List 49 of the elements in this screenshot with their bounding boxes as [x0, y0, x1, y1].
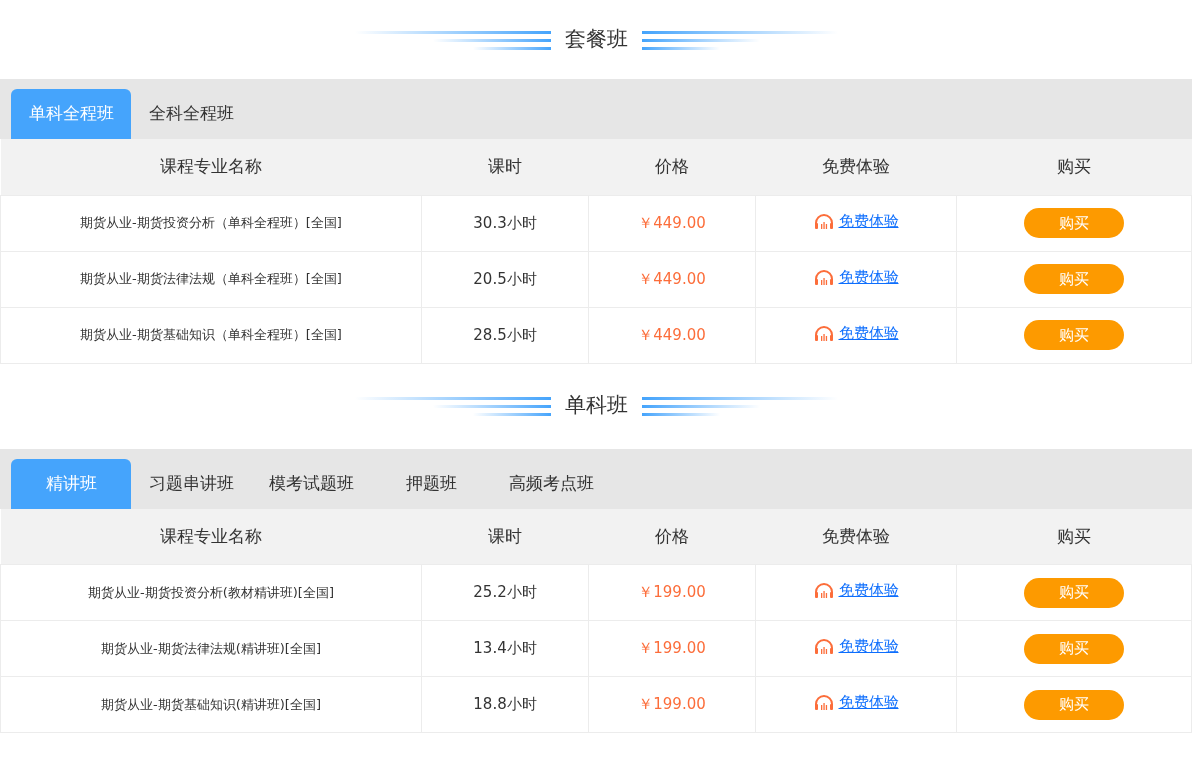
- hours-cell: 25.2小时: [421, 564, 589, 621]
- price: ￥449.00: [638, 325, 706, 344]
- hours-cell: 13.4小时: [421, 620, 589, 677]
- hours-cell: 28.5小时: [421, 307, 589, 363]
- course-name: 期货从业-期货法律法规（单科全程班）[全国]: [0, 251, 422, 307]
- tab[interactable]: 习题串讲班: [131, 458, 251, 509]
- section-title: 套餐班: [564, 25, 628, 53]
- headphones-icon: [813, 582, 834, 600]
- headphones-icon: [813, 212, 834, 230]
- tab[interactable]: 精讲班: [11, 458, 131, 509]
- column-header: 课时: [421, 139, 589, 195]
- course-name: 期货从业-期货基础知识（单科全程班）[全国]: [0, 307, 422, 363]
- free-trial-link[interactable]: 免费体验: [838, 265, 899, 289]
- column-header: 价格: [588, 139, 756, 195]
- tab[interactable]: 模考试题班: [251, 458, 371, 509]
- free-trial-link[interactable]: 免费体验: [838, 321, 899, 345]
- tab[interactable]: 押题班: [371, 458, 491, 509]
- course-name: 期货从业-期货投资分析(教材精讲班)[全国]: [0, 564, 422, 621]
- tab[interactable]: 高频考点班: [491, 458, 611, 509]
- column-header: 免费体验: [755, 508, 957, 565]
- free-trial-link[interactable]: 免费体验: [838, 579, 899, 602]
- free-trial-link[interactable]: 免费体验: [838, 691, 899, 714]
- hours-cell: 30.3小时: [421, 195, 589, 251]
- column-header: 购买: [956, 508, 1192, 565]
- column-header: 课时: [421, 508, 589, 565]
- price: ￥449.00: [638, 213, 706, 232]
- column-header: 免费体验: [755, 139, 957, 195]
- price: ￥199.00: [638, 583, 706, 602]
- course-name: 期货从业-期货法律法规(精讲班)[全国]: [0, 620, 422, 677]
- headphones-icon: [813, 268, 834, 286]
- price: ￥449.00: [638, 269, 706, 288]
- free-trial-link[interactable]: 免费体验: [838, 209, 899, 233]
- column-header: 购买: [956, 139, 1192, 195]
- free-trial-link[interactable]: 免费体验: [838, 635, 899, 658]
- column-header: 课程专业名称: [0, 508, 422, 565]
- course-name: 期货从业-期货投资分析（单科全程班）[全国]: [0, 195, 422, 251]
- price: ￥199.00: [638, 695, 706, 714]
- price: ￥199.00: [638, 639, 706, 658]
- section-title: 单科班: [564, 392, 628, 420]
- tab[interactable]: 全科全程班: [131, 89, 251, 139]
- hours-cell: 20.5小时: [421, 251, 589, 307]
- headphones-icon: [813, 694, 834, 712]
- headphones-icon: [813, 638, 834, 656]
- hours-cell: 18.8小时: [421, 676, 589, 733]
- column-header: 价格: [588, 508, 756, 565]
- column-header: 课程专业名称: [0, 139, 422, 195]
- headphones-icon: [813, 324, 834, 342]
- course-name: 期货从业-期货基础知识(精讲班)[全国]: [0, 676, 422, 733]
- tab[interactable]: 单科全程班: [11, 89, 131, 139]
